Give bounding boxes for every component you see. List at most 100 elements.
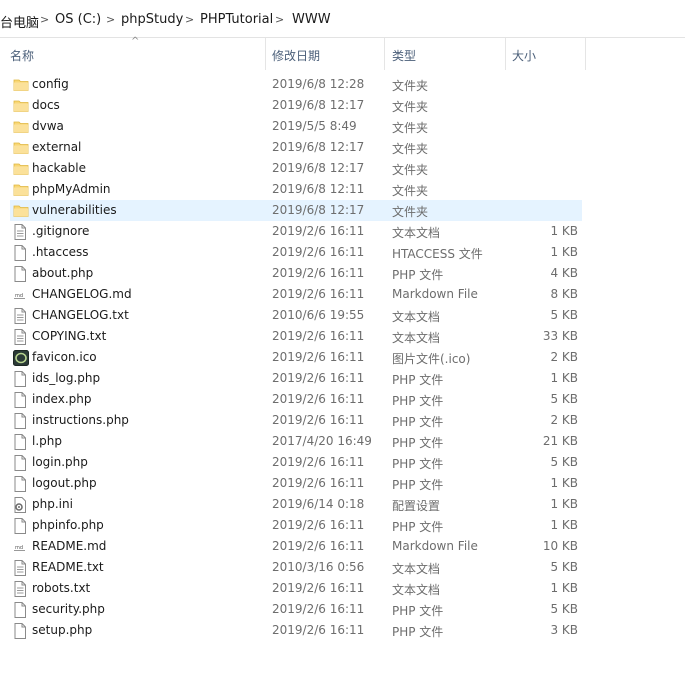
- file-row[interactable]: phpMyAdmin 2019/6/8 12:11 文件夹: [10, 179, 582, 200]
- file-row[interactable]: setup.php 2019/2/6 16:11 PHP 文件 3 KB: [10, 620, 582, 641]
- column-header-size-label: 大小: [512, 49, 537, 63]
- file-row[interactable]: robots.txt 2019/2/6 16:11 文本文档 1 KB: [10, 578, 582, 599]
- file-row[interactable]: README.txt 2010/3/16 0:56 文本文档 5 KB: [10, 557, 582, 578]
- file-name: config: [32, 77, 69, 91]
- file-size: 1 KB: [550, 245, 578, 259]
- text-file-icon: [13, 560, 27, 576]
- file-icon: [13, 602, 27, 618]
- file-name: vulnerabilities: [32, 203, 117, 217]
- file-name: setup.php: [32, 623, 93, 637]
- file-name: README.txt: [32, 560, 104, 574]
- file-date-modified: 2019/2/6 16:11: [272, 371, 365, 385]
- file-row[interactable]: .gitignore 2019/2/6 16:11 文本文档 1 KB: [10, 221, 582, 242]
- file-row[interactable]: php.ini 2019/6/14 0:18 配置设置 1 KB: [10, 494, 582, 515]
- breadcrumb-item-os-c[interactable]: OS (C:): [55, 12, 101, 27]
- folder-icon: [13, 182, 29, 197]
- file-type: PHP 文件: [392, 604, 444, 618]
- file-type: PHP 文件: [392, 394, 444, 408]
- file-row[interactable]: logout.php 2019/2/6 16:11 PHP 文件 1 KB: [10, 473, 582, 494]
- file-name: robots.txt: [32, 581, 91, 595]
- file-date-modified: 2019/2/6 16:11: [272, 476, 365, 490]
- breadcrumb-item-phpstudy[interactable]: phpStudy: [121, 12, 183, 27]
- file-size: 33 KB: [542, 329, 578, 343]
- file-icon: [13, 245, 27, 261]
- file-row[interactable]: index.php 2019/2/6 16:11 PHP 文件 5 KB: [10, 389, 582, 410]
- file-type: 文件夹: [392, 163, 429, 177]
- file-size: 5 KB: [550, 560, 578, 574]
- file-row[interactable]: about.php 2019/2/6 16:11 PHP 文件 4 KB: [10, 263, 582, 284]
- column-headers: 名称 ^ 修改日期 类型 大小: [0, 36, 685, 70]
- file-row[interactable]: .htaccess 2019/2/6 16:11 HTACCESS 文件 1 KB: [10, 242, 582, 263]
- file-size: 2 KB: [550, 350, 578, 364]
- file-row[interactable]: vulnerabilities 2019/6/8 12:17 文件夹: [10, 200, 582, 221]
- file-date-modified: 2019/6/8 12:28: [272, 77, 365, 91]
- file-row[interactable]: login.php 2019/2/6 16:11 PHP 文件 5 KB: [10, 452, 582, 473]
- file-name: CHANGELOG.txt: [32, 308, 129, 322]
- file-date-modified: 2019/2/6 16:11: [272, 602, 365, 616]
- file-row[interactable]: hackable 2019/6/8 12:17 文件夹: [10, 158, 582, 179]
- text-file-icon: [13, 581, 27, 597]
- file-date-modified: 2019/2/6 16:11: [272, 245, 365, 259]
- markdown-file-icon: md: [13, 287, 27, 302]
- file-row[interactable]: phpinfo.php 2019/2/6 16:11 PHP 文件 1 KB: [10, 515, 582, 536]
- file-size: 1 KB: [550, 371, 578, 385]
- file-size: 10 KB: [542, 539, 578, 553]
- file-type: 文本文档: [392, 583, 441, 597]
- file-row[interactable]: l.php 2017/4/20 16:49 PHP 文件 21 KB: [10, 431, 582, 452]
- breadcrumb[interactable]: 台电脑 > OS (C:) > phpStudy > PHPTutorial >…: [0, 0, 685, 38]
- column-header-size[interactable]: 大小: [506, 38, 586, 70]
- file-type: Markdown File: [392, 539, 478, 553]
- chevron-right-icon[interactable]: >: [106, 13, 115, 26]
- file-date-modified: 2019/2/6 16:11: [272, 413, 365, 427]
- file-name: security.php: [32, 602, 105, 616]
- file-size: 5 KB: [550, 308, 578, 322]
- file-date-modified: 2010/3/16 0:56: [272, 560, 365, 574]
- column-header-type-label: 类型: [392, 49, 417, 63]
- file-size: 1 KB: [550, 581, 578, 595]
- file-type: PHP 文件: [392, 520, 444, 534]
- file-row[interactable]: COPYING.txt 2019/2/6 16:11 文本文档 33 KB: [10, 326, 582, 347]
- file-row[interactable]: md README.md 2019/2/6 16:11 Markdown File 10…: [10, 536, 582, 557]
- column-header-date-label: 修改日期: [272, 49, 321, 63]
- file-row[interactable]: external 2019/6/8 12:17 文件夹: [10, 137, 582, 158]
- file-size: 5 KB: [550, 602, 578, 616]
- folder-icon: [13, 203, 29, 218]
- file-date-modified: 2019/2/6 16:11: [272, 581, 365, 595]
- file-row[interactable]: md CHANGELOG.md 2019/2/6 16:11 Markdown Fil…: [10, 284, 582, 305]
- text-file-icon: [13, 329, 27, 345]
- chevron-right-icon[interactable]: >: [275, 13, 284, 26]
- file-size: 1 KB: [550, 224, 578, 238]
- file-row[interactable]: favicon.ico 2019/2/6 16:11 图片文件(.ico) 2 KB: [10, 347, 582, 368]
- file-date-modified: 2010/6/6 19:55: [272, 308, 365, 322]
- folder-icon: [13, 77, 29, 92]
- chevron-right-icon[interactable]: >: [185, 13, 194, 26]
- file-icon: [13, 266, 27, 282]
- image-file-icon: [13, 350, 29, 366]
- column-header-type[interactable]: 类型: [385, 38, 506, 70]
- breadcrumb-item-this-pc[interactable]: 台电脑: [0, 12, 39, 31]
- file-type: 文件夹: [392, 79, 429, 93]
- column-header-name[interactable]: 名称 ^: [0, 36, 266, 70]
- file-size: 1 KB: [550, 518, 578, 532]
- file-row[interactable]: docs 2019/6/8 12:17 文件夹: [10, 95, 582, 116]
- file-row[interactable]: CHANGELOG.txt 2010/6/6 19:55 文本文档 5 KB: [10, 305, 582, 326]
- file-date-modified: 2019/2/6 16:11: [272, 266, 365, 280]
- file-row[interactable]: instructions.php 2019/2/6 16:11 PHP 文件 2 KB: [10, 410, 582, 431]
- breadcrumb-item-www[interactable]: WWW: [292, 12, 331, 27]
- file-icon: [13, 413, 27, 429]
- file-icon: [13, 371, 27, 387]
- file-row[interactable]: dvwa 2019/5/5 8:49 文件夹: [10, 116, 582, 137]
- breadcrumb-item-phptutorial[interactable]: PHPTutorial: [200, 12, 273, 27]
- chevron-right-icon[interactable]: >: [40, 13, 49, 26]
- column-header-date[interactable]: 修改日期: [266, 38, 385, 70]
- file-date-modified: 2019/6/8 12:17: [272, 140, 365, 154]
- file-size: 1 KB: [550, 497, 578, 511]
- file-row[interactable]: ids_log.php 2019/2/6 16:11 PHP 文件 1 KB: [10, 368, 582, 389]
- file-size: 8 KB: [550, 287, 578, 301]
- file-type: 文件夹: [392, 100, 429, 114]
- file-row[interactable]: config 2019/6/8 12:28 文件夹: [10, 74, 582, 95]
- file-icon: [13, 434, 27, 450]
- file-row[interactable]: security.php 2019/2/6 16:11 PHP 文件 5 KB: [10, 599, 582, 620]
- file-type: 文本文档: [392, 562, 441, 576]
- file-type: PHP 文件: [392, 436, 444, 450]
